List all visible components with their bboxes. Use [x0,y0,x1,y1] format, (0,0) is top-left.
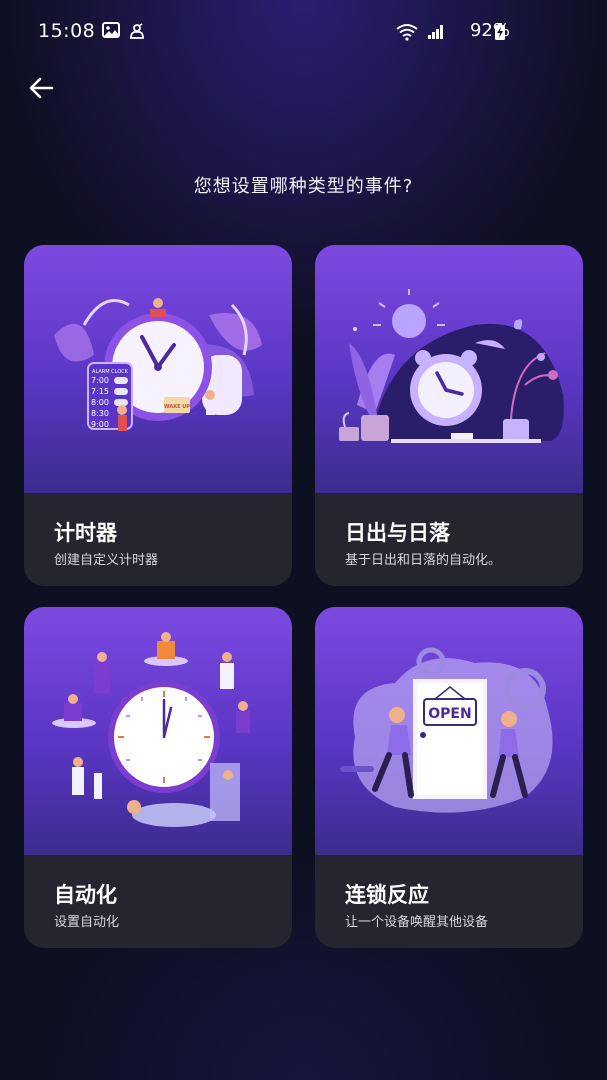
gallery-icon [102,22,120,42]
card-title: 日出与日落 [345,521,450,545]
automation-illustration [24,607,292,855]
card-automation[interactable]: 自动化 设置自动化 [24,607,292,948]
chain-reaction-illustration: OPEN [315,607,583,855]
card-timer[interactable]: ALARM CLOCK 7:00 7:15 8:00 8:30 9:00 WAK… [24,245,292,586]
arrow-left-icon [29,77,54,99]
signal-icon [427,24,445,44]
back-button[interactable] [24,70,60,106]
alarm-time: 9:00 [91,420,109,429]
alarm-time: 7:15 [91,387,109,396]
alarm-time: 8:00 [91,398,109,407]
battery-charging-icon [494,23,506,45]
wake-up-tag: WAKE UP [164,404,190,410]
sunrise-sunset-illustration [315,245,583,493]
card-title: 连锁反应 [345,883,429,907]
timer-illustration: ALARM CLOCK 7:00 7:15 8:00 8:30 9:00 WAK… [24,245,292,493]
open-sign: OPEN [428,706,471,722]
card-title: 自动化 [54,883,117,907]
alarm-time: 8:30 [91,409,109,418]
card-title: 计时器 [54,521,117,545]
card-description: 设置自动化 [54,915,120,930]
alarm-label: ALARM CLOCK [92,369,129,375]
notification-app-icon [128,22,146,44]
card-description: 创建自定义计时器 [54,553,159,568]
card-description: 基于日出和日落的自动化。 [345,553,502,568]
page-title: 您想设置哪种类型的事件? [193,176,414,197]
card-description: 让一个设备唤醒其他设备 [345,915,489,930]
card-sunrise-sunset[interactable]: 日出与日落 基于日出和日落的自动化。 [315,245,583,586]
card-chain-reaction[interactable]: OPEN 连锁反应 让一个设备唤醒其他设备 [315,607,583,948]
wifi-icon [395,23,419,45]
status-bar: 15:08 92% [0,0,607,64]
alarm-time: 7:00 [91,376,109,385]
status-time: 15:08 [38,20,96,42]
